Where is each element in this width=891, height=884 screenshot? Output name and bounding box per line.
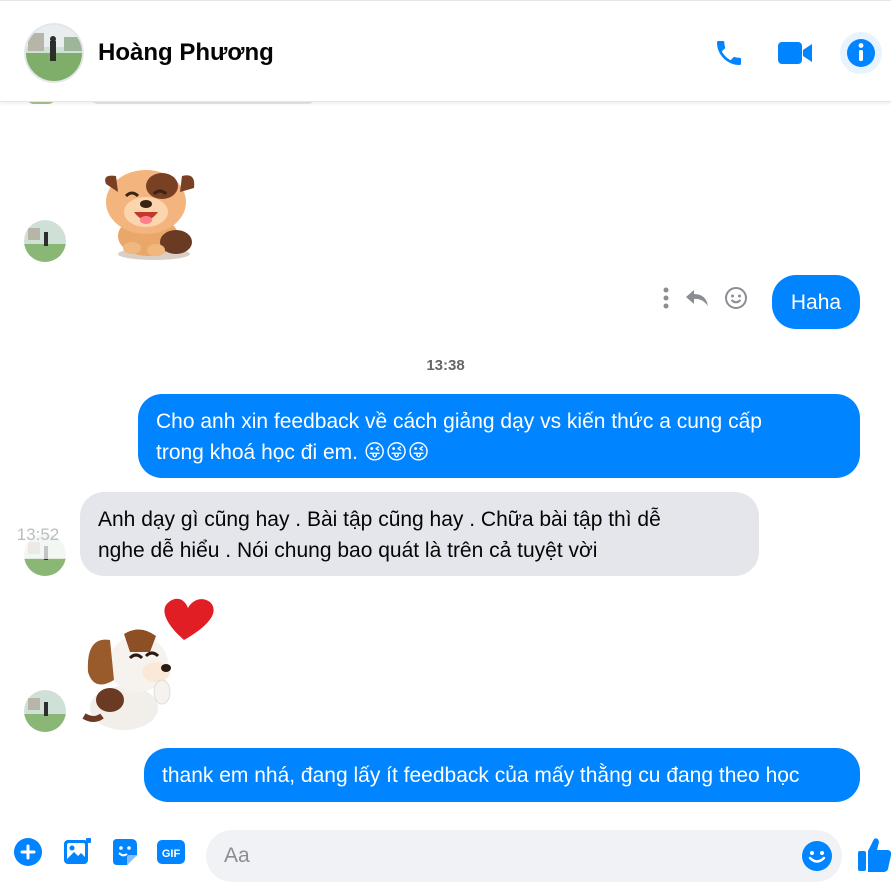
photo-icon[interactable] xyxy=(61,836,93,868)
conversation-header: Hoàng Phương xyxy=(0,0,891,102)
message-text: Haha xyxy=(790,290,842,314)
more-icon[interactable] xyxy=(662,286,670,310)
incoming-message-reply[interactable]: Anh dạy gì cũng hay . Bài tập cũng hay .… xyxy=(80,492,759,576)
phone-icon[interactable] xyxy=(707,31,751,75)
message-input[interactable] xyxy=(206,830,842,882)
emoji-icon[interactable] xyxy=(800,839,834,873)
contact-avatar-small xyxy=(24,690,66,732)
conversation-timestamp: 13:38 xyxy=(426,357,465,374)
contact-avatar[interactable] xyxy=(24,23,84,83)
beagle-heart-sticker[interactable] xyxy=(80,596,220,736)
sticker-icon[interactable] xyxy=(108,836,140,868)
outgoing-message-feedback[interactable]: Cho anh xin feedback về cách giảng dạy v… xyxy=(138,394,860,478)
video-camera-icon[interactable] xyxy=(773,31,817,75)
message-text-line: Cho anh xin feedback về cách giảng dạy v… xyxy=(156,410,762,433)
react-icon[interactable] xyxy=(724,286,748,310)
contact-avatar-small xyxy=(24,220,66,262)
puppy-laughing-sticker[interactable] xyxy=(96,162,206,262)
message-composer: GIF xyxy=(0,822,891,884)
gif-icon[interactable]: GIF xyxy=(155,836,187,868)
reply-icon[interactable] xyxy=(684,288,710,308)
message-text-line: nghe dễ hiểu . Nói chung bao quát là trê… xyxy=(98,539,598,562)
message-actions xyxy=(662,286,748,310)
like-icon[interactable] xyxy=(856,835,891,875)
outgoing-message-haha[interactable]: Haha xyxy=(772,275,860,329)
message-hover-timestamp: 13:52 xyxy=(4,511,72,559)
gif-label: GIF xyxy=(162,848,181,860)
plus-icon[interactable] xyxy=(12,836,44,868)
outgoing-message-thanks[interactable]: thank em nhá, đang lấy ít feedback của m… xyxy=(144,748,860,802)
contact-name[interactable]: Hoàng Phương xyxy=(98,39,274,67)
message-text-line: Anh dạy gì cũng hay . Bài tập cũng hay .… xyxy=(98,508,661,531)
info-icon[interactable] xyxy=(839,31,883,75)
message-text-line: trong khoá học đi em. 😜😜😜 xyxy=(156,441,430,464)
message-text: thank em nhá, đang lấy ít feedback của m… xyxy=(162,764,800,787)
